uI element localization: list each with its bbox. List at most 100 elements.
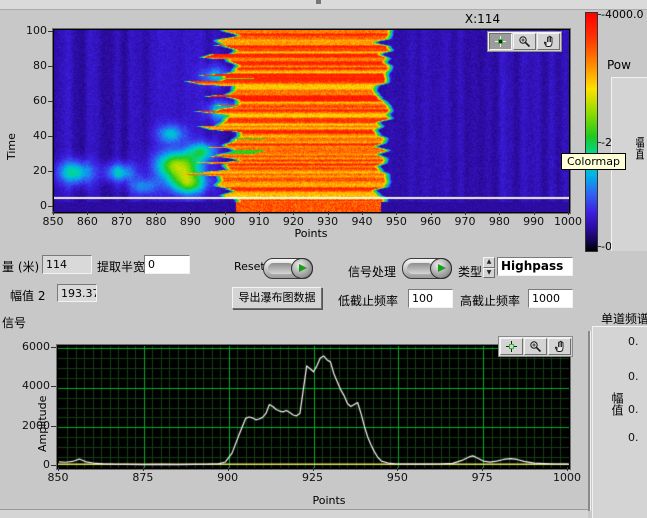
tick-label: 0. bbox=[628, 431, 647, 444]
tick-mark bbox=[465, 211, 466, 215]
panel-divider bbox=[588, 331, 591, 511]
tick-label: 1000 bbox=[554, 215, 582, 228]
labview-front-panel: X:114 Time Points -4000.0 bbox=[0, 0, 647, 518]
bottom-strip bbox=[0, 509, 588, 518]
bottom-graph-xlabel: Points bbox=[300, 494, 358, 507]
tick-label: 1000 bbox=[551, 471, 583, 484]
tick-mark bbox=[48, 171, 53, 172]
tick-label: 875 bbox=[127, 471, 159, 484]
tick-label: 0. bbox=[628, 403, 647, 416]
tick-mark bbox=[122, 211, 123, 215]
amp2-indicator: 193.378 bbox=[57, 284, 97, 302]
tick-label: 60 bbox=[15, 94, 47, 107]
tick-mark bbox=[48, 31, 53, 32]
pan-tool-icon bbox=[542, 35, 555, 48]
reset-toggle-thumb[interactable] bbox=[291, 258, 313, 279]
tick-mark bbox=[431, 211, 432, 215]
waterfall-canvas[interactable] bbox=[54, 30, 569, 212]
high-cutoff-label: 高截止频率 bbox=[460, 292, 520, 309]
tick-mark bbox=[225, 211, 226, 215]
tick-label: 880 bbox=[142, 215, 170, 228]
bottom-graph-palette bbox=[498, 336, 573, 357]
power-panel-side-label: 幅值 bbox=[636, 136, 647, 166]
type-spinner[interactable]: ▲ ▼ bbox=[483, 257, 495, 278]
tick-mark bbox=[499, 211, 500, 215]
tab-notch bbox=[316, 0, 321, 4]
filter-type-combo[interactable]: Highpass bbox=[497, 257, 573, 276]
distance-indicator: 114 bbox=[42, 255, 92, 274]
tick-mark bbox=[313, 467, 314, 471]
halfwidth-input[interactable]: 0 bbox=[144, 255, 190, 274]
top-graph-xlabel: Points bbox=[280, 227, 342, 240]
tick-label: 960 bbox=[417, 215, 445, 228]
top-strip bbox=[0, 0, 647, 10]
spinner-up-icon[interactable]: ▲ bbox=[483, 257, 495, 268]
tick-label: 970 bbox=[451, 215, 479, 228]
high-cutoff-input[interactable]: 1000 bbox=[528, 289, 573, 308]
zoom-tool-button[interactable] bbox=[524, 338, 547, 355]
tick-label: 950 bbox=[381, 471, 413, 484]
spinner-down-icon[interactable]: ▼ bbox=[483, 268, 495, 279]
amp2-label: 幅值 2 bbox=[10, 287, 45, 304]
distance-label: 量 (米) bbox=[2, 258, 39, 275]
tick-mark bbox=[259, 211, 260, 215]
tick-mark bbox=[58, 467, 59, 471]
tick-mark bbox=[228, 467, 229, 471]
cursor-tool-icon bbox=[505, 340, 518, 353]
signal-processing-toggle-thumb[interactable] bbox=[430, 258, 452, 279]
tick-label: 6000 bbox=[18, 340, 50, 353]
tick-label: 890 bbox=[176, 215, 204, 228]
tick-label: 990 bbox=[520, 215, 548, 228]
tick-mark bbox=[397, 467, 398, 471]
tick-label: 0 bbox=[18, 458, 50, 471]
tick-label: 0 bbox=[15, 199, 47, 212]
tick-mark bbox=[51, 465, 56, 466]
signal-processing-toggle[interactable] bbox=[402, 258, 452, 279]
tick-mark bbox=[48, 136, 53, 137]
tick-label: 80 bbox=[15, 59, 47, 72]
tick-label: 980 bbox=[485, 215, 513, 228]
tick-label: 900 bbox=[212, 471, 244, 484]
spectrum-panel-title: 单道频谱 bbox=[601, 310, 647, 327]
zoom-tool-icon bbox=[529, 340, 542, 353]
zoom-tool-button[interactable] bbox=[513, 33, 536, 50]
signal-plot[interactable] bbox=[56, 344, 571, 470]
tick-mark bbox=[568, 211, 569, 215]
tick-mark bbox=[362, 211, 363, 215]
signal-canvas[interactable] bbox=[58, 346, 569, 468]
tick-label: 930 bbox=[314, 215, 342, 228]
tick-mark bbox=[48, 101, 53, 102]
tick-label: 900 bbox=[211, 215, 239, 228]
cursor-tool-icon bbox=[494, 35, 507, 48]
reset-toggle[interactable] bbox=[263, 258, 313, 279]
cursor-tool-button[interactable] bbox=[489, 33, 512, 50]
tick-label: 910 bbox=[245, 215, 273, 228]
tick-label: 860 bbox=[73, 215, 101, 228]
pan-tool-icon bbox=[553, 340, 566, 353]
export-waterfall-button[interactable]: 导出瀑布图数据 bbox=[232, 287, 322, 309]
tick-label: 850 bbox=[39, 215, 67, 228]
zoom-tool-icon bbox=[518, 35, 531, 48]
tick-label: 4000 bbox=[18, 379, 50, 392]
pan-tool-button[interactable] bbox=[537, 33, 560, 50]
tick-mark bbox=[48, 206, 53, 207]
power-panel-title: Pow bbox=[607, 58, 637, 72]
tick-mark bbox=[53, 211, 54, 215]
tick-mark bbox=[534, 211, 535, 215]
tick-label: 940 bbox=[348, 215, 376, 228]
reset-label: Reset bbox=[234, 260, 265, 273]
signal-processing-label: 信号处理 bbox=[348, 263, 396, 280]
tick-mark bbox=[51, 426, 56, 427]
tick-mark bbox=[396, 211, 397, 215]
tick-label: 920 bbox=[279, 215, 307, 228]
tick-mark bbox=[567, 467, 568, 471]
pan-tool-button[interactable] bbox=[548, 338, 571, 355]
tick-mark bbox=[328, 211, 329, 215]
tick-mark bbox=[482, 467, 483, 471]
waterfall-plot[interactable] bbox=[52, 28, 571, 214]
colorbar[interactable] bbox=[585, 12, 598, 252]
low-cutoff-input[interactable]: 100 bbox=[408, 289, 453, 308]
cursor-tool-button[interactable] bbox=[500, 338, 523, 355]
tick-mark bbox=[190, 211, 191, 215]
tick-mark bbox=[51, 386, 56, 387]
